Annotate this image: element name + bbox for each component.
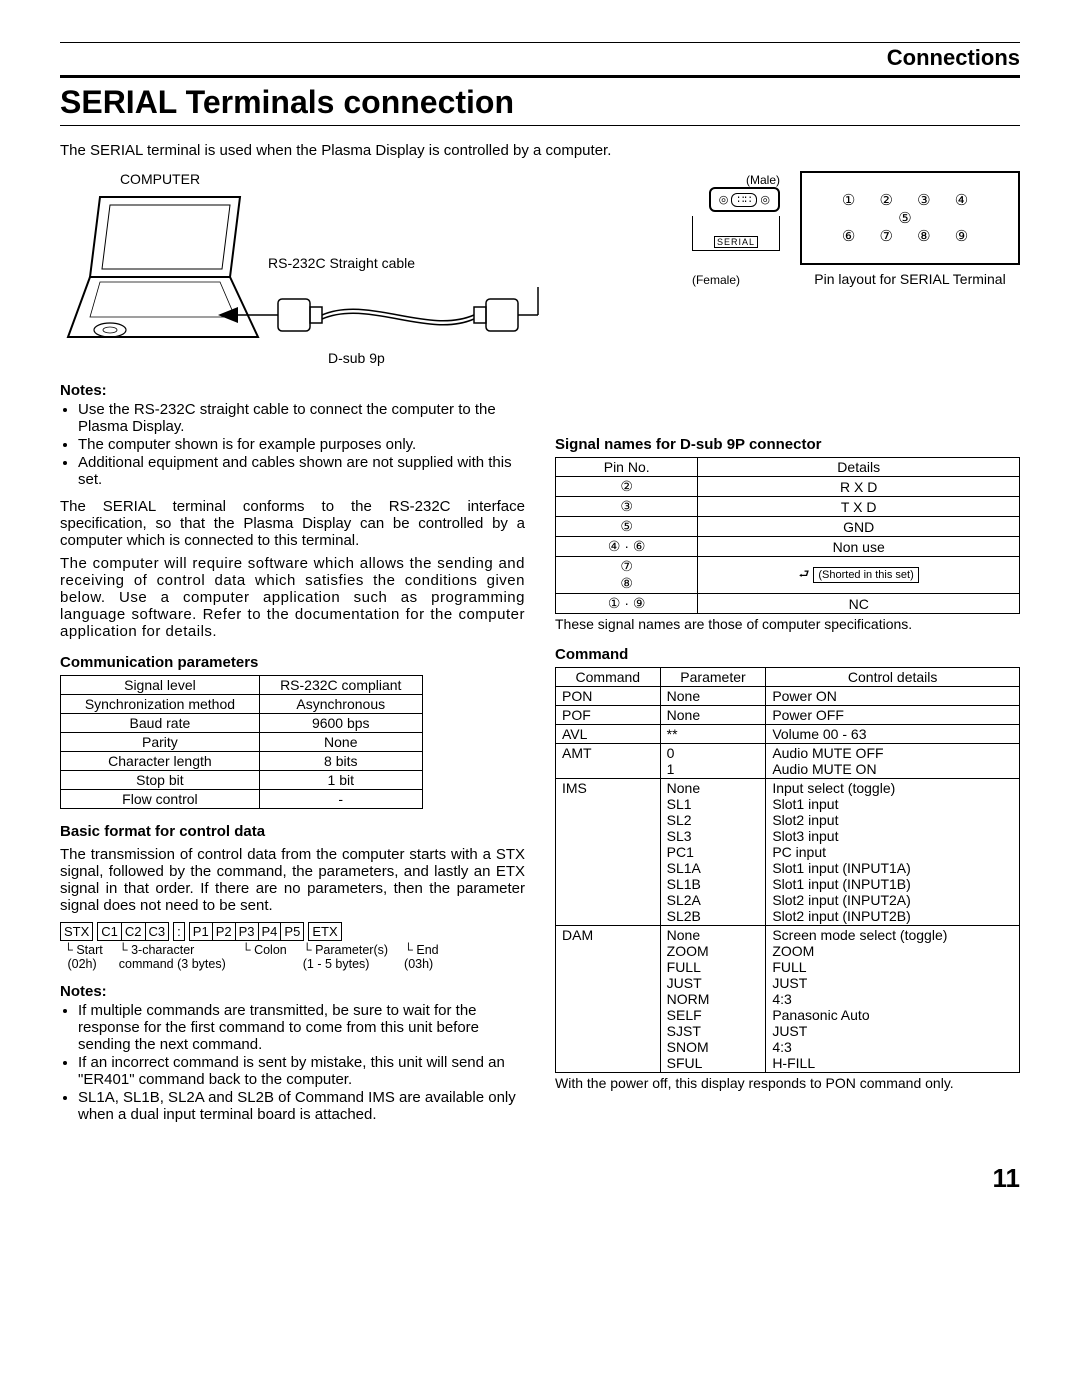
colon-box: : xyxy=(173,922,185,941)
format-diagram: STX C1C2C3 : P1P2P3P4P5 ETX xyxy=(60,922,525,941)
note-item: The computer shown is for example purpos… xyxy=(78,436,525,453)
comm-params-table: Signal levelRS-232C compliantSynchroniza… xyxy=(60,675,423,809)
cable-label: RS-232C Straight cable xyxy=(268,255,780,271)
intro-text: The SERIAL terminal is used when the Pla… xyxy=(60,142,1020,159)
dsub-label: D-sub 9p xyxy=(328,350,780,366)
connection-diagram: COMPUTER (Male) ◎ ∷∷ ◎ SERIAL xyxy=(60,171,1020,366)
page-title: SERIAL Terminals connection xyxy=(60,84,1020,121)
note-item: Additional equipment and cables shown ar… xyxy=(78,454,525,488)
notes-heading: Notes: xyxy=(60,382,525,399)
note-item: Use the RS-232C straight cable to connec… xyxy=(78,401,525,435)
serial-tag: SERIAL xyxy=(714,236,758,248)
cmd-bytes-box: C1C2C3 xyxy=(97,922,169,941)
page-number: 11 xyxy=(60,1163,1020,1194)
female-label: (Female) xyxy=(692,273,740,287)
note-item: If multiple commands are transmitted, be… xyxy=(78,1002,525,1053)
pin-layout-box: ① ② ③ ④ ⑤ ⑥ ⑦ ⑧ ⑨ xyxy=(800,171,1020,265)
signal-heading: Signal names for D-sub 9P connector xyxy=(555,436,1020,453)
command-table: CommandParameterControl detailsPONNonePo… xyxy=(555,667,1020,1073)
note-item: If an incorrect command is sent by mista… xyxy=(78,1054,525,1088)
format-legend: └ Start (02h) └ 3-character command (3 b… xyxy=(64,943,525,971)
command-note: With the power off, this display respond… xyxy=(555,1075,1020,1091)
format-paragraph: The transmission of control data from th… xyxy=(60,846,525,914)
male-label: (Male) xyxy=(746,173,780,187)
notes-list-bottom: If multiple commands are transmitted, be… xyxy=(78,1002,525,1123)
note-item: SL1A, SL1B, SL2A and SL2B of Command IMS… xyxy=(78,1089,525,1123)
signal-note: These signal names are those of computer… xyxy=(555,616,1020,632)
paragraph-2: The computer will require software which… xyxy=(60,555,525,640)
comm-params-heading: Communication parameters xyxy=(60,654,525,671)
pins-row2: ⑥ ⑦ ⑧ ⑨ xyxy=(824,227,996,245)
stx-box: STX xyxy=(60,922,93,941)
format-heading: Basic format for control data xyxy=(60,823,525,840)
cable-icon xyxy=(208,287,568,347)
section-header: Connections xyxy=(60,45,1020,71)
etx-box: ETX xyxy=(308,922,341,941)
pin-layout-label: Pin layout for SERIAL Terminal xyxy=(800,271,1020,287)
notes-heading-2: Notes: xyxy=(60,983,525,1000)
signal-table: Pin No.Details②R X D③T X D⑤GND④ · ⑥Non u… xyxy=(555,457,1020,614)
notes-list-top: Use the RS-232C straight cable to connec… xyxy=(78,401,525,488)
computer-label: COMPUTER xyxy=(60,171,260,187)
paragraph-1: The SERIAL terminal conforms to the RS-2… xyxy=(60,498,525,549)
command-heading: Command xyxy=(555,646,1020,663)
param-bytes-box: P1P2P3P4P5 xyxy=(189,922,305,941)
pins-row1: ① ② ③ ④ ⑤ xyxy=(824,191,996,227)
